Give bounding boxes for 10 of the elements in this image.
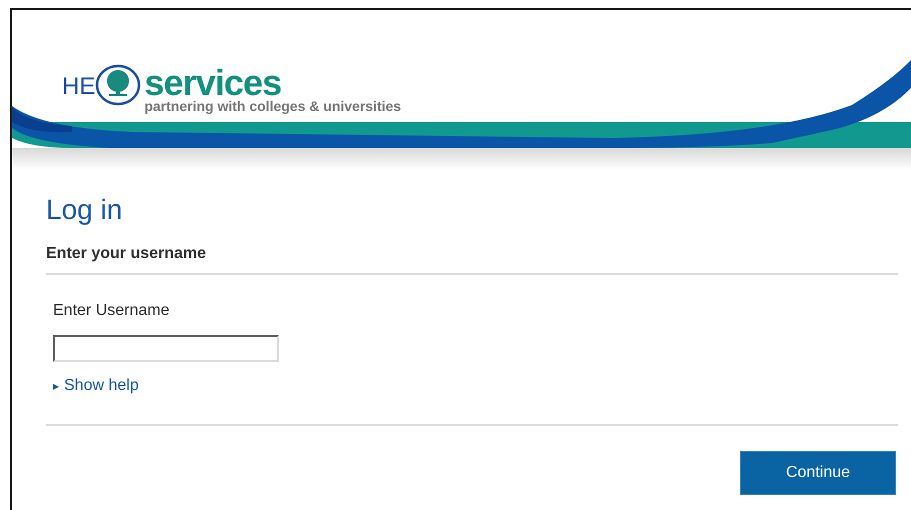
logo-prefix: HE bbox=[62, 75, 96, 99]
continue-button[interactable]: Continue bbox=[740, 451, 896, 495]
field-label: Enter Username bbox=[53, 301, 170, 321]
section-title: Enter your username bbox=[46, 244, 208, 264]
logo-name: services bbox=[144, 65, 282, 101]
page-heading: Log in bbox=[46, 193, 124, 227]
show-help-link[interactable]: ▸ Show help bbox=[53, 374, 139, 398]
username-field[interactable] bbox=[53, 335, 279, 362]
logo-tagline: partnering with colleges & universities bbox=[144, 99, 402, 113]
tree-icon bbox=[95, 64, 142, 106]
